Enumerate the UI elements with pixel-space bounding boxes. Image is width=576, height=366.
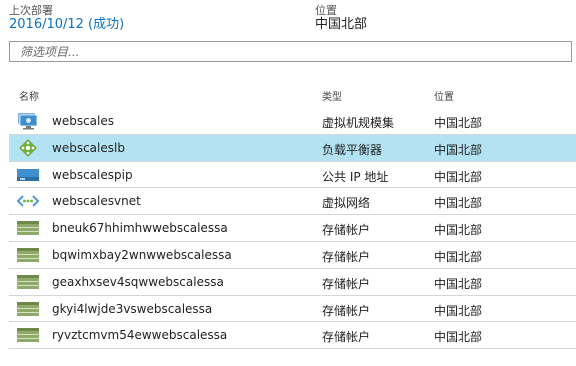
resource-location: 中国北部 xyxy=(434,249,483,264)
resource-type: 存储帐户 xyxy=(322,249,371,264)
last-deployment-link[interactable]: 2016/10/12 (成功) xyxy=(9,13,124,32)
resource-row[interactable]: bneuk67hhimhwwebscalessa 存储帐户 中国北部 xyxy=(9,215,576,242)
resource-name: bqwimxbay2wnwwebscalessa xyxy=(52,247,232,262)
filter-box[interactable] xyxy=(9,41,572,62)
resource-type: 公共 IP 地址 xyxy=(322,169,389,184)
storage-account-icon xyxy=(16,300,40,318)
vm-scale-set-icon xyxy=(16,112,40,130)
resource-row[interactable]: bqwimxbay2wnwwebscalessa 存储帐户 中国北部 xyxy=(9,242,576,269)
resource-location: 中国北部 xyxy=(434,276,483,291)
resource-name: webscales xyxy=(52,114,114,128)
resource-row[interactable]: webscalespip 公共 IP 地址 中国北部 xyxy=(9,162,576,189)
resource-row[interactable]: webscalesvnet 虚拟网络 中国北部 xyxy=(9,188,576,216)
resource-row[interactable]: webscaleslb 负载平衡器 中国北部 xyxy=(9,134,576,162)
resource-type: 存储帐户 xyxy=(322,276,371,291)
load-balancer-icon xyxy=(16,138,40,157)
resource-name: ryvztcmvm54ewwebscalessa xyxy=(52,328,228,343)
resource-name: webscalesvnet xyxy=(52,194,141,209)
resource-type: 存储帐户 xyxy=(322,303,371,318)
resource-group-blade: 上次部署 2016/10/12 (成功) 位置 中国北部 名称 类型 位置 we… xyxy=(0,0,576,366)
resource-location: 中国北部 xyxy=(434,303,483,318)
resource-location: 中国北部 xyxy=(434,223,483,238)
resource-location: 中国北部 xyxy=(434,169,483,184)
resource-row[interactable]: gkyi4lwjde3vswebscalessa 存储帐户 中国北部 xyxy=(9,296,576,323)
resource-row[interactable]: webscales 虚拟机规模集 中国北部 xyxy=(9,108,576,135)
public-ip-icon xyxy=(16,166,40,184)
storage-account-icon xyxy=(16,219,40,237)
location-value: 中国北部 xyxy=(315,17,368,32)
resource-name: bneuk67hhimhwwebscalessa xyxy=(52,221,228,236)
storage-account-icon xyxy=(16,246,40,264)
resource-type: 存储帐户 xyxy=(322,330,371,345)
resource-name: gkyi4lwjde3vswebscalessa xyxy=(52,301,213,316)
resource-type: 虚拟网络 xyxy=(322,196,371,211)
resource-type: 存储帐户 xyxy=(322,223,371,238)
filter-input[interactable] xyxy=(10,42,571,61)
resource-row[interactable]: ryvztcmvm54ewwebscalessa 存储帐户 中国北部 xyxy=(9,322,576,350)
column-header-location[interactable]: 位置 xyxy=(434,88,454,103)
resource-type: 虚拟机规模集 xyxy=(322,116,395,130)
resource-location: 中国北部 xyxy=(434,330,483,345)
storage-account-icon xyxy=(16,326,40,344)
storage-account-icon xyxy=(16,273,40,291)
resource-name: webscaleslb xyxy=(52,140,125,155)
resource-list: webscales 虚拟机规模集 中国北部 webscaleslb 负载平衡器 中国北部 w… xyxy=(9,108,576,350)
virtual-network-icon xyxy=(16,192,40,210)
resource-location: 中国北部 xyxy=(434,116,483,130)
resource-location: 中国北部 xyxy=(434,142,483,157)
column-header-name[interactable]: 名称 xyxy=(19,88,39,103)
resource-name: geaxhxsev4sqwwebscalessa xyxy=(52,274,224,289)
column-header-type[interactable]: 类型 xyxy=(322,88,342,103)
resource-row[interactable]: geaxhxsev4sqwwebscalessa 存储帐户 中国北部 xyxy=(9,269,576,296)
resource-location: 中国北部 xyxy=(434,196,483,211)
resource-name: webscalespip xyxy=(52,167,133,182)
resource-type: 负载平衡器 xyxy=(322,142,383,157)
